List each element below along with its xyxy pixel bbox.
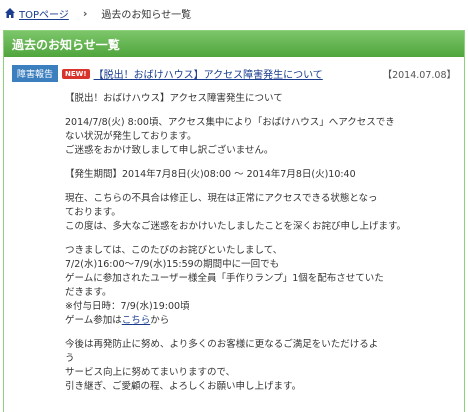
new-badge: NEW! — [62, 68, 90, 79]
news-date: 【2014.07.08】 — [382, 69, 456, 81]
breadcrumb: TOPページ › 過去のお知らせ一覧 — [0, 0, 468, 26]
category-badge: 障害報告 — [12, 65, 59, 82]
breadcrumb-top-link[interactable]: TOPページ — [19, 6, 69, 21]
link-prefix: ゲーム参加は — [65, 315, 122, 326]
news-title-link[interactable]: 【脱出！おばけハウス】アクセス障害発生について — [94, 66, 323, 81]
breadcrumb-separator: › — [82, 6, 88, 20]
article-paragraph-1: 2014/7/8(火) 8:00頃、アクセス集中により「おばけハウス」へアクセス… — [65, 117, 395, 156]
article-paragraph-3: 現在、こちらの不具合は修正し、現在は正常にアクセスできる状態となっ ております。… — [65, 193, 407, 232]
breadcrumb-current: 過去のお知らせ一覧 — [101, 9, 192, 21]
article-period: 【発生期間】2014年7月8日(火)08:00 ～ 2014年7月8日(火)10… — [65, 169, 356, 180]
news-item: 障害報告 NEW! 【脱出！おばけハウス】アクセス障害発生について 【2014.… — [12, 65, 456, 82]
article-body: 【脱出！おばけハウス】アクセス障害発生について 2014/7/8(火) 8:00… — [65, 92, 456, 394]
article-paragraph-4: つきましては、このたびのお詫びといたしまして、 7/2(水)16:00～7/9(… — [65, 245, 384, 312]
link-suffix: から — [150, 315, 170, 326]
home-icon — [5, 8, 15, 18]
news-panel: 過去のお知らせ一覧 障害報告 NEW! 【脱出！おばけハウス】アクセス障害発生に… — [3, 30, 465, 412]
article-paragraph-5: 今後は再発防止に努め、より多くのお客様に更なるご満足をいただけるよ う サービス… — [65, 339, 379, 392]
panel-title: 過去のお知らせ一覧 — [4, 31, 464, 57]
article-heading: 【脱出！おばけハウス】アクセス障害発生について — [65, 93, 283, 104]
article-game-link-line: ゲーム参加はこちらから — [65, 314, 456, 328]
game-link[interactable]: こちら — [122, 315, 151, 326]
